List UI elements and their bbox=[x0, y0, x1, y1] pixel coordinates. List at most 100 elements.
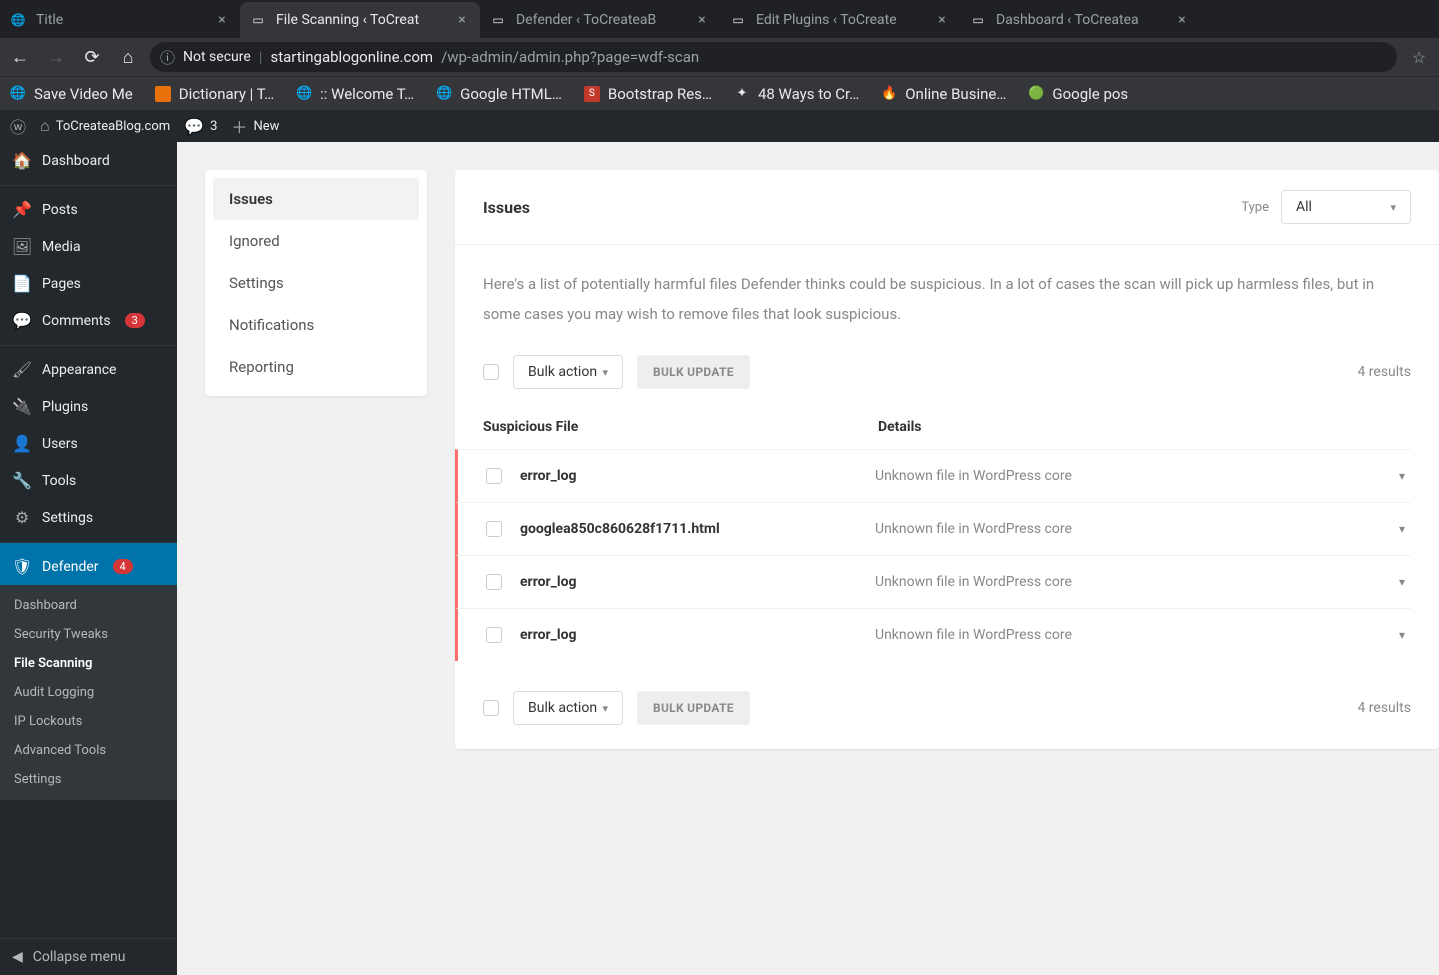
sidebar-item-settings[interactable]: ⚙Settings bbox=[0, 499, 177, 536]
bulk-update-button[interactable]: BULK UPDATE bbox=[637, 355, 750, 389]
bookmark-star-icon[interactable]: ☆ bbox=[1405, 43, 1433, 71]
submenu-dashboard[interactable]: Dashboard bbox=[0, 591, 177, 620]
table-row[interactable]: error_log Unknown file in WordPress core… bbox=[455, 449, 1411, 502]
submenu-ip-lockouts[interactable]: IP Lockouts bbox=[0, 707, 177, 736]
sidebar-item-appearance[interactable]: 🖌Appearance bbox=[0, 345, 177, 388]
sidebar-item-media[interactable]: 🖼Media bbox=[0, 228, 177, 265]
description: Here's a list of potentially harmful fil… bbox=[483, 269, 1411, 329]
close-icon[interactable]: × bbox=[1174, 12, 1190, 28]
sidebar-item-posts[interactable]: 📌Posts bbox=[0, 185, 177, 228]
collapse-menu[interactable]: ◀ Collapse menu bbox=[0, 938, 177, 975]
table-row[interactable]: error_log Unknown file in WordPress core… bbox=[455, 608, 1411, 661]
bookmark[interactable]: 🌐:: Welcome T… bbox=[296, 85, 414, 103]
browser-tab-active[interactable]: ▭ File Scanning ‹ ToCreat × bbox=[240, 2, 480, 38]
bulk-row-bottom: Bulk action ▾ BULK UPDATE 4 results bbox=[483, 691, 1411, 725]
url-path: /wp-admin/admin.php?page=wdf-scan bbox=[441, 48, 699, 66]
table-row[interactable]: googlea850c860628f1711.html Unknown file… bbox=[455, 502, 1411, 555]
bulk-action-select[interactable]: Bulk action ▾ bbox=[513, 355, 623, 389]
separator: | bbox=[259, 48, 263, 66]
tab-ignored[interactable]: Ignored bbox=[213, 220, 419, 262]
chevron-down-icon[interactable]: ▾ bbox=[1393, 575, 1411, 589]
sidebar-item-dashboard[interactable]: 🏠Dashboard bbox=[0, 142, 177, 179]
tab-notifications[interactable]: Notifications bbox=[213, 304, 419, 346]
new-content[interactable]: ＋New bbox=[231, 114, 279, 138]
bookmark[interactable]: SBootstrap Res… bbox=[584, 85, 712, 103]
globe-icon: 🌐 bbox=[10, 12, 26, 28]
bookmark[interactable]: 🌐 Save Video Me bbox=[10, 85, 133, 103]
back-button[interactable]: ← bbox=[6, 43, 34, 71]
sidebar-item-plugins[interactable]: 🔌Plugins bbox=[0, 388, 177, 425]
plus-icon: ＋ bbox=[231, 114, 247, 138]
tab-issues[interactable]: Issues bbox=[213, 178, 419, 220]
sidebar-item-defender[interactable]: 🛡Defender4 bbox=[0, 542, 177, 585]
comments-bubble[interactable]: 💬3 bbox=[184, 117, 217, 136]
browser-tab[interactable]: ▭ Edit Plugins ‹ ToCreate × bbox=[720, 2, 960, 38]
home-icon: ⌂ bbox=[40, 116, 50, 136]
bookmark-label: :: Welcome T… bbox=[320, 85, 414, 103]
wp-logo[interactable]: ⓦ bbox=[10, 114, 26, 138]
collapse-label: Collapse menu bbox=[33, 949, 126, 965]
site-name[interactable]: ⌂ToCreateaBlog.com bbox=[40, 116, 170, 136]
tab-reporting[interactable]: Reporting bbox=[213, 346, 419, 388]
sidebar-item-pages[interactable]: 📄Pages bbox=[0, 265, 177, 302]
results-count: 4 results bbox=[1357, 364, 1411, 380]
chevron-down-icon[interactable]: ▾ bbox=[1393, 628, 1411, 642]
bookmark-label: Dictionary | T… bbox=[179, 85, 274, 103]
tab-title: Dashboard ‹ ToCreatea bbox=[996, 12, 1174, 28]
close-icon[interactable]: × bbox=[214, 12, 230, 28]
chevron-down-icon[interactable]: ▾ bbox=[1393, 522, 1411, 536]
close-icon[interactable]: × bbox=[454, 12, 470, 28]
menu-label: Pages bbox=[42, 276, 81, 292]
sidebar-item-comments[interactable]: 💬Comments3 bbox=[0, 302, 177, 339]
sidebar-item-users[interactable]: 👤Users bbox=[0, 425, 177, 462]
close-icon[interactable]: × bbox=[934, 12, 950, 28]
submenu-file-scanning[interactable]: File Scanning bbox=[0, 649, 177, 678]
bookmark[interactable]: 🟢Google pos bbox=[1028, 85, 1128, 103]
info-icon: ⓘ bbox=[160, 47, 175, 68]
submenu-advanced-tools[interactable]: Advanced Tools bbox=[0, 736, 177, 765]
bulk-row-top: Bulk action ▾ BULK UPDATE 4 results bbox=[483, 355, 1411, 389]
home-button[interactable]: ⌂ bbox=[114, 43, 142, 71]
row-checkbox[interactable] bbox=[486, 627, 502, 643]
address-bar: ← → ⟳ ⌂ ⓘ Not secure | startingablogonli… bbox=[0, 38, 1439, 76]
submenu-security-tweaks[interactable]: Security Tweaks bbox=[0, 620, 177, 649]
menu-label: Plugins bbox=[42, 399, 88, 415]
url-host: startingablogonline.com bbox=[270, 48, 433, 66]
submenu-settings[interactable]: Settings bbox=[0, 765, 177, 794]
bookmark[interactable]: ✦48 Ways to Cr… bbox=[734, 85, 859, 103]
bulk-action-select[interactable]: Bulk action ▾ bbox=[513, 691, 623, 725]
chevron-down-icon[interactable]: ▾ bbox=[1393, 469, 1411, 483]
row-checkbox[interactable] bbox=[486, 521, 502, 537]
file-details: Unknown file in WordPress core bbox=[875, 574, 1393, 590]
site-icon: ▭ bbox=[970, 12, 986, 28]
bookmark[interactable]: 🌐Google HTML… bbox=[436, 85, 562, 103]
collapse-icon: ◀ bbox=[12, 949, 23, 965]
sidebar-item-tools[interactable]: 🔧Tools bbox=[0, 462, 177, 499]
browser-tab[interactable]: ▭ Dashboard ‹ ToCreatea × bbox=[960, 2, 1200, 38]
bookmark[interactable]: 🔥Online Busine… bbox=[881, 85, 1006, 103]
type-select[interactable]: All ▾ bbox=[1281, 190, 1411, 224]
bookmark-label: Google HTML… bbox=[460, 85, 562, 103]
forward-button[interactable]: → bbox=[42, 43, 70, 71]
row-checkbox[interactable] bbox=[486, 574, 502, 590]
bookmarks-bar: 🌐 Save Video Me Dictionary | T… 🌐:: Welco… bbox=[0, 76, 1439, 110]
browser-tab[interactable]: ▭ Defender ‹ ToCreateaB × bbox=[480, 2, 720, 38]
globe-icon: 🌐 bbox=[10, 86, 26, 102]
description-extra: remove files that look suspicious. bbox=[679, 305, 902, 323]
tab-settings[interactable]: Settings bbox=[213, 262, 419, 304]
select-all-checkbox[interactable] bbox=[483, 700, 499, 716]
close-icon[interactable]: × bbox=[694, 12, 710, 28]
browser-tab[interactable]: 🌐 Title × bbox=[0, 2, 240, 38]
table-row[interactable]: error_log Unknown file in WordPress core… bbox=[455, 555, 1411, 608]
bookmark-label: Save Video Me bbox=[34, 85, 133, 103]
bulk-update-button[interactable]: BULK UPDATE bbox=[637, 691, 750, 725]
url-input[interactable]: ⓘ Not secure | startingablogonline.com/w… bbox=[150, 42, 1397, 72]
shield-icon: 🛡 bbox=[12, 557, 32, 576]
submenu-audit-logging[interactable]: Audit Logging bbox=[0, 678, 177, 707]
bookmark[interactable]: Dictionary | T… bbox=[155, 85, 274, 103]
bookmark-label: Online Busine… bbox=[905, 85, 1006, 103]
reload-button[interactable]: ⟳ bbox=[78, 43, 106, 71]
select-all-checkbox[interactable] bbox=[483, 364, 499, 380]
row-checkbox[interactable] bbox=[486, 468, 502, 484]
wp-sidebar: 🏠Dashboard 📌Posts 🖼Media 📄Pages 💬Comment… bbox=[0, 142, 177, 975]
